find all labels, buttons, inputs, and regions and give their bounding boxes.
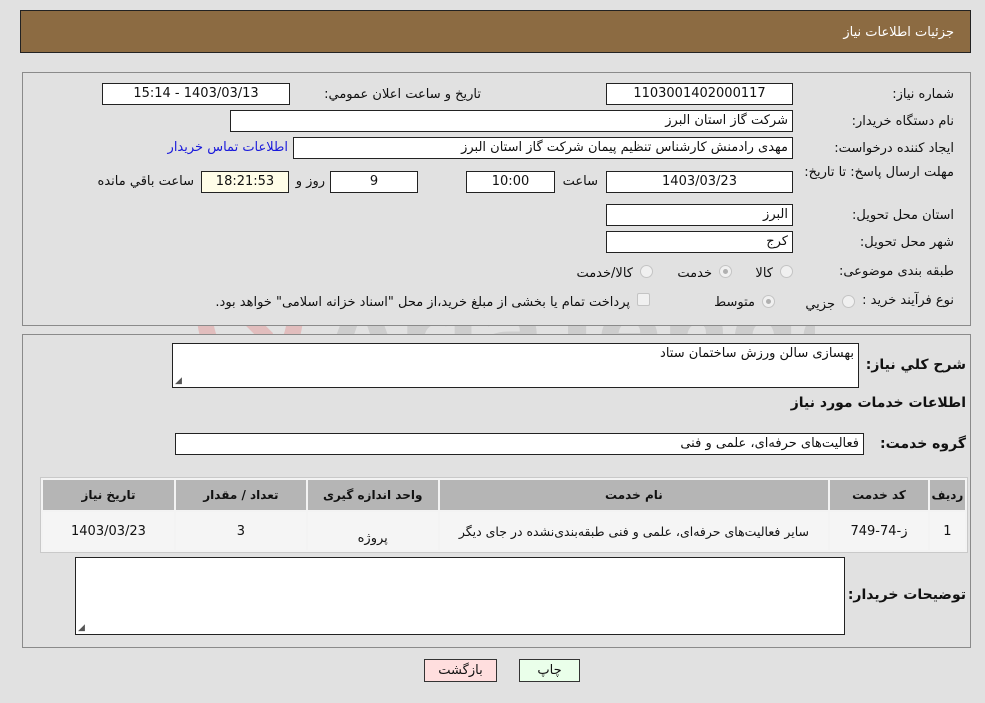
summary-text: بهسازی سالن ورزش ساختمان ستاد: [660, 346, 854, 361]
days-label: روز و: [295, 174, 325, 189]
announce-label: تاريخ و ساعت اعلان عمومي:: [324, 87, 481, 102]
process-label: نوع فرآیند خرید :: [862, 293, 954, 308]
service-group-field: فعالیت‌های حرفه‌ای، علمی و فنی: [175, 433, 864, 455]
summary-textarea[interactable]: بهسازی سالن ورزش ساختمان ستاد ◢: [172, 343, 859, 388]
deadline-date-field: 1403/03/23: [606, 171, 793, 193]
days-remaining-field: 9: [330, 171, 418, 193]
province-label: استان محل تحویل:: [852, 208, 954, 223]
deadline-label: مهلت ارسال پاسخ: تا تاریخ:: [804, 165, 954, 180]
city-label: شهر محل تحویل:: [859, 235, 954, 250]
creator-field: مهدی رادمنش کارشناس تنظیم پیمان شرکت گاز…: [293, 137, 793, 159]
col-header-row-number: ردیف: [929, 480, 965, 510]
buyer-notes-label: توضیحات خریدار:: [847, 587, 966, 603]
process-option-minor: جزيي: [805, 297, 835, 312]
col-header-service-name: نام خدمت: [439, 480, 829, 510]
resize-grip-icon[interactable]: ◢: [175, 376, 182, 386]
services-heading: اطلاعات خدمات مورد نیاز: [790, 395, 966, 411]
cell-quantity: 3: [175, 512, 306, 550]
back-button[interactable]: بازگشت: [424, 659, 497, 682]
category-option-service: خدمت: [677, 266, 712, 281]
col-header-quantity: تعداد / مقدار: [175, 480, 306, 510]
process-option-medium: متوسط: [714, 295, 755, 310]
buyer-org-label: نام دستگاه خریدار:: [851, 114, 954, 129]
table-header-row: ردیف کد خدمت نام خدمت واحد اندازه گیری ت…: [43, 480, 965, 510]
services-table: ردیف کد خدمت نام خدمت واحد اندازه گیری ت…: [40, 477, 968, 553]
announce-datetime-field: 1403/03/13 - 15:14: [102, 83, 290, 105]
process-radio-medium[interactable]: [762, 295, 775, 308]
city-field: کرج: [606, 231, 793, 253]
cell-row-number: 1: [929, 512, 965, 550]
remaining-label: ساعت باقي مانده: [97, 174, 194, 189]
cell-unit: پروژه: [307, 512, 438, 550]
category-label: طبقه بندی موضوعی:: [838, 264, 954, 279]
treasury-payment-note: پرداخت تمام یا بخشی از مبلغ خرید،از محل …: [215, 295, 630, 310]
col-header-need-date: تاریخ نیاز: [43, 480, 174, 510]
need-number-label: شماره نیاز:: [892, 87, 954, 102]
deadline-time-label: ساعت: [562, 174, 598, 189]
need-info-panel: شماره نیاز: 1103001402000117 تاريخ و ساع…: [22, 72, 971, 326]
province-field: البرز: [606, 204, 793, 226]
resize-grip-icon[interactable]: ◢: [78, 623, 85, 633]
page-title: جزئیات اطلاعات نیاز: [843, 25, 954, 40]
category-radio-goods-service[interactable]: [640, 265, 653, 278]
print-button[interactable]: چاپ: [519, 659, 580, 682]
cell-service-name: سایر فعالیت‌های حرفه‌ای، علمی و فنی طبقه…: [439, 512, 829, 550]
summary-label: شرح کلي نياز:: [865, 357, 966, 373]
need-details-panel: شرح کلي نياز: بهسازی سالن ورزش ساختمان س…: [22, 334, 971, 648]
category-option-goods: کالا: [755, 266, 773, 281]
creator-label: ایجاد کننده درخواست:: [834, 141, 954, 156]
remaining-time-field: 18:21:53: [201, 171, 289, 193]
need-number-field: 1103001402000117: [606, 83, 793, 105]
process-radio-minor[interactable]: [842, 295, 855, 308]
table-row: 1 ز-74-749 سایر فعالیت‌های حرفه‌ای، علمی…: [43, 512, 965, 550]
buyer-notes-textarea[interactable]: ◢: [75, 557, 845, 635]
category-option-goods-service: کالا/خدمت: [576, 266, 633, 281]
category-radio-goods[interactable]: [780, 265, 793, 278]
buyer-org-field: شرکت گاز استان البرز: [230, 110, 793, 132]
col-header-service-code: کد خدمت: [830, 480, 928, 510]
service-group-label: گروه خدمت:: [880, 436, 966, 452]
deadline-time-field: 10:00: [466, 171, 555, 193]
category-radio-service[interactable]: [719, 265, 732, 278]
page-header: جزئیات اطلاعات نیاز: [20, 10, 971, 53]
buyer-contact-link[interactable]: اطلاعات تماس خریدار: [168, 140, 288, 155]
cell-service-code: ز-74-749: [830, 512, 928, 550]
col-header-unit: واحد اندازه گیری: [307, 480, 438, 510]
treasury-payment-checkbox[interactable]: [637, 293, 650, 306]
cell-need-date: 1403/03/23: [43, 512, 174, 550]
